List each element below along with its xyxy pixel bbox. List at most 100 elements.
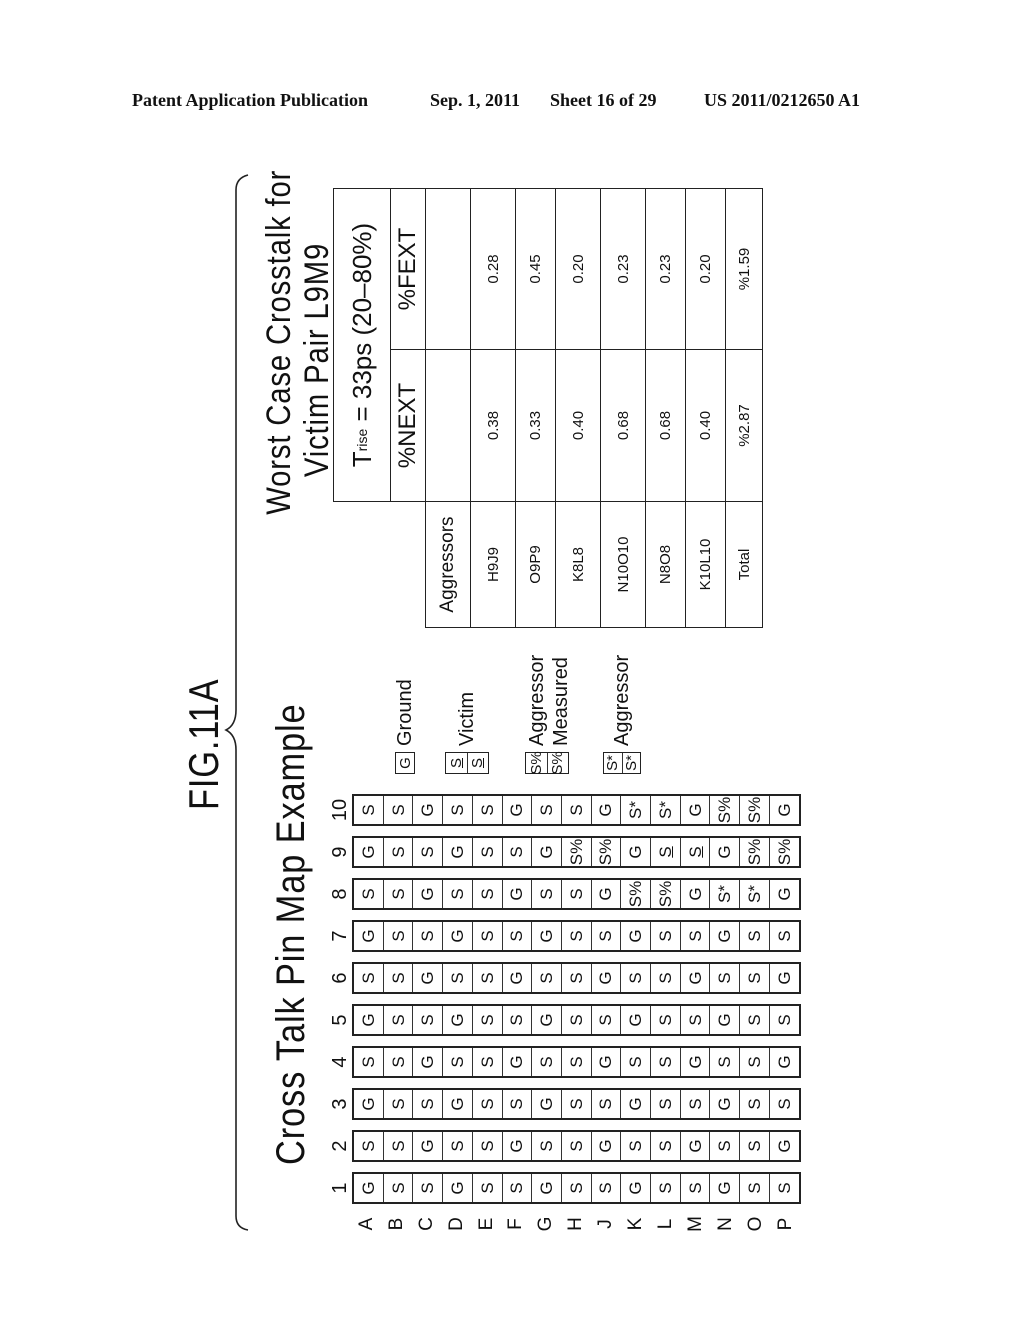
pin-cell-value: G xyxy=(358,1181,378,1195)
pin-cell-value: G xyxy=(507,1139,527,1153)
pin-cell: G xyxy=(413,964,444,992)
pin-cell: S% xyxy=(710,796,741,824)
pin-cell-value: S% xyxy=(566,838,586,866)
pin-column-letter: O xyxy=(744,1216,766,1232)
pin-cell: S xyxy=(651,1174,681,1202)
pin-cell-value: S xyxy=(566,1014,586,1026)
pin-cell: S xyxy=(502,1090,533,1118)
pin-cell: G xyxy=(770,1132,799,1160)
pin-cell: G xyxy=(532,1174,562,1202)
crosstalk-cell-next: 0.68 xyxy=(600,349,646,502)
pin-cell-value: S xyxy=(447,888,467,900)
pin-cell: G xyxy=(443,838,473,866)
pin-cell-value: G xyxy=(447,1013,467,1027)
crosstalk-title-line2: Victim Pair L9M9 xyxy=(298,242,336,478)
pin-cell-value: S xyxy=(685,1182,705,1194)
pin-cell-value: G xyxy=(685,1055,705,1069)
legend-symbol: S% S% xyxy=(525,751,569,775)
pin-cell-value: S xyxy=(596,1182,616,1194)
pin-cell-value: S xyxy=(537,972,557,984)
pin-cell: S xyxy=(561,964,592,992)
pin-cell: G xyxy=(621,1090,652,1118)
pin-cell-value: S xyxy=(388,930,408,942)
pin-cell-value: S xyxy=(655,1056,675,1068)
pin-cell: G xyxy=(621,922,652,950)
pin-cell: G xyxy=(354,1090,384,1118)
pin-cell: S xyxy=(561,1174,592,1202)
pin-cell: S xyxy=(472,1006,503,1034)
pin-cell-value: G xyxy=(537,1013,557,1027)
legend-label: Ground xyxy=(394,679,416,746)
pin-cell: S xyxy=(591,922,622,950)
pin-row-number: 10 xyxy=(329,798,351,822)
pin-cell-value: G xyxy=(626,1013,646,1027)
pin-cell-value: S xyxy=(477,804,497,816)
pin-cell: S% xyxy=(740,796,770,824)
pin-cell-value: S% xyxy=(596,838,616,866)
pin-cell: S xyxy=(740,1090,770,1118)
pin-cell-value: S% xyxy=(715,796,735,824)
crosstalk-cell-next: 0.40 xyxy=(685,349,726,502)
pin-cell: S xyxy=(383,880,414,908)
pin-cell-value: S xyxy=(566,1098,586,1110)
pin-row-number: 8 xyxy=(329,888,351,900)
legend-label: Measured xyxy=(550,657,572,746)
pin-row-number: 3 xyxy=(329,1098,351,1110)
pin-cell: S* xyxy=(621,796,652,824)
pin-cell-value: G xyxy=(715,1097,735,1111)
legend-symbol: SS xyxy=(445,752,489,774)
pin-cell-value: S xyxy=(685,930,705,942)
pin-cell: S* xyxy=(740,880,770,908)
pin-cell-value: G xyxy=(537,1097,557,1111)
pin-row-3: GSSGSSGSSGSSGSS xyxy=(352,1088,801,1120)
pin-cell-value: S% xyxy=(626,880,646,908)
pin-cell-value: S xyxy=(626,1140,646,1152)
pin-cell: S% xyxy=(561,838,592,866)
pin-cell: S xyxy=(651,838,681,866)
crosstalk-cell-aggressor: N8O8 xyxy=(645,501,686,628)
pin-cell: G xyxy=(413,880,444,908)
pin-cell-value: G xyxy=(774,971,794,985)
crosstalk-cell-next: %2.87 xyxy=(725,349,763,502)
pin-cell-value: S xyxy=(655,1098,675,1110)
crosstalk-cell-aggressor: H9J9 xyxy=(470,501,516,628)
pin-cell-value: S% xyxy=(655,880,675,908)
pin-cell-value: S xyxy=(774,1014,794,1026)
pin-cell-value: S xyxy=(447,804,467,816)
pin-cell-value: S xyxy=(715,972,735,984)
legend-symbol-text: S xyxy=(446,753,468,773)
pin-cell-value: G xyxy=(358,929,378,943)
pin-cell-value: S xyxy=(566,930,586,942)
pin-cell: S xyxy=(383,1048,414,1076)
pin-cell-value: G xyxy=(418,887,438,901)
pin-cell-value: S xyxy=(566,888,586,900)
pin-cell-value: G xyxy=(507,971,527,985)
pin-cell: S* xyxy=(710,880,741,908)
pin-cell-value: S% xyxy=(744,838,764,866)
trise-header: Trise = 33ps (20–80%) xyxy=(333,188,391,502)
pin-cell-value: G xyxy=(418,803,438,817)
pin-cell: S% xyxy=(651,880,681,908)
pin-cell-value: S xyxy=(655,972,675,984)
pin-cell-value: G xyxy=(358,845,378,859)
pin-column-letter: J xyxy=(595,1219,617,1229)
pin-cell: G xyxy=(680,1048,711,1076)
pin-cell: S xyxy=(443,1048,473,1076)
pin-cell: S xyxy=(443,1132,473,1160)
pin-cell-value: S xyxy=(655,1182,675,1194)
pin-cell: S xyxy=(651,1006,681,1034)
pin-cell-value: G xyxy=(774,1139,794,1153)
fext-blank-cell xyxy=(425,188,471,350)
pin-cell: S xyxy=(740,922,770,950)
pin-cell-value: G xyxy=(685,971,705,985)
pin-column-letter: C xyxy=(415,1217,437,1231)
pin-cell: S xyxy=(472,796,503,824)
pin-cell: S xyxy=(354,964,384,992)
pin-cell-value: G xyxy=(715,929,735,943)
pin-cell: S xyxy=(443,964,473,992)
pin-cell-value: S xyxy=(507,1182,527,1194)
fext-column-header: %FEXT xyxy=(390,188,426,350)
pin-cell-value: S xyxy=(537,1140,557,1152)
pin-cell-value: S xyxy=(358,888,378,900)
crosstalk-cell-aggressor: O9P9 xyxy=(515,501,556,628)
